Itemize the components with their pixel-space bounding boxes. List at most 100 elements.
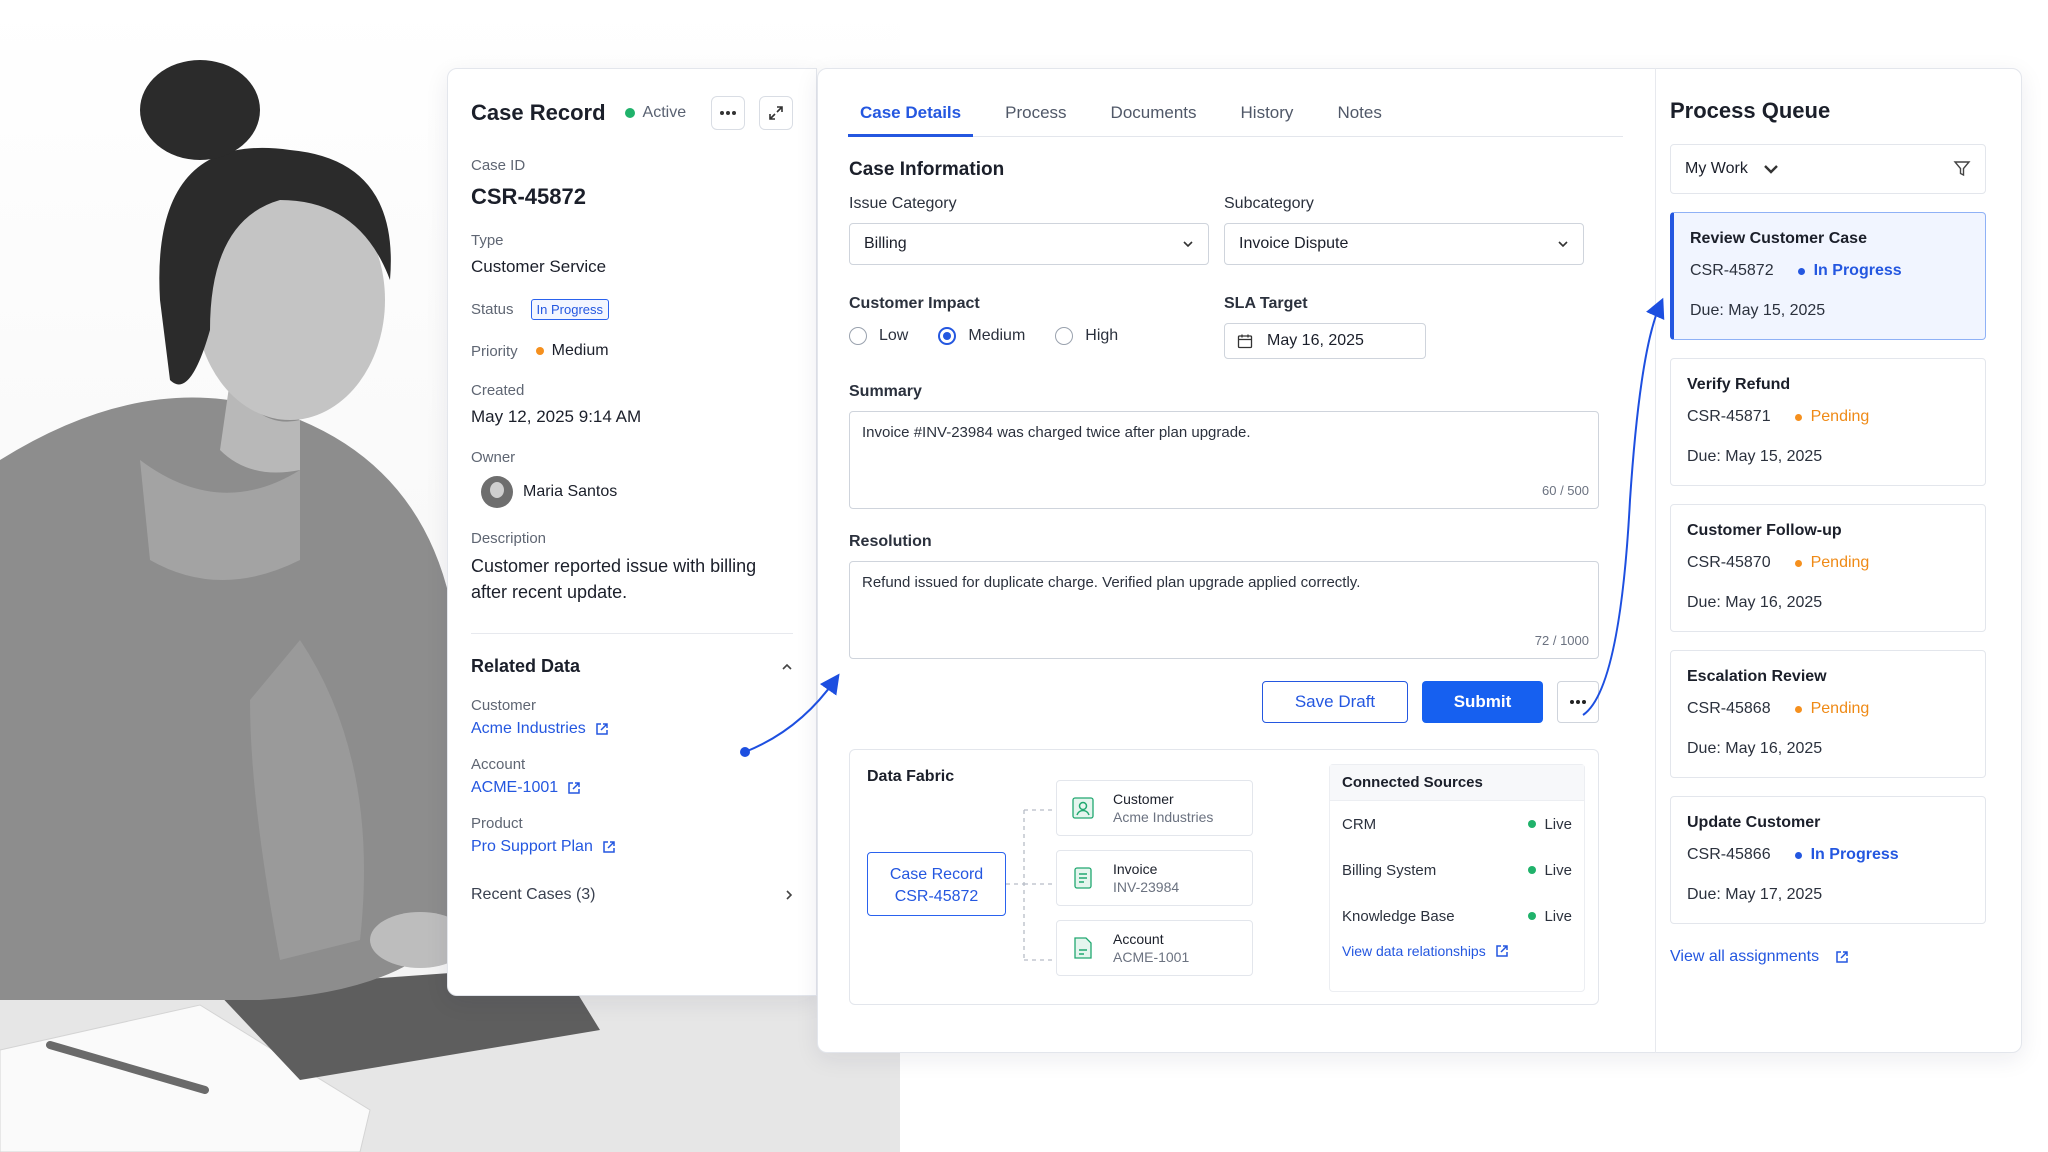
queue-item[interactable]: Update Customer CSR-45866 In Progress Due… xyxy=(1670,796,1986,924)
account-link-text: ACME-1001 xyxy=(471,779,559,796)
connected-sources-title: Connected Sources xyxy=(1330,765,1584,801)
summary-label: Summary xyxy=(849,383,922,400)
fabric-case-id: CSR-45872 xyxy=(894,888,979,905)
customer-link[interactable]: Acme Industries xyxy=(471,720,793,738)
tab-notes[interactable]: Notes xyxy=(1325,97,1393,137)
active-status-dot xyxy=(624,108,635,118)
queue-divider xyxy=(1655,68,1656,1053)
fabric-node-customer[interactable]: Customer Acme Industries xyxy=(1056,780,1253,836)
status-label: Status xyxy=(471,301,514,318)
case-id-label: Case ID xyxy=(471,157,526,174)
expand-button[interactable] xyxy=(759,96,793,130)
active-status-label: Active xyxy=(642,104,687,121)
case-record-title: Case Record xyxy=(471,100,606,125)
external-link-icon xyxy=(567,781,581,795)
data-fabric-panel: Data Fabric Case Record CSR-45872 Custom… xyxy=(849,749,1599,1005)
owner-label: Owner xyxy=(471,449,516,466)
fabric-node-invoice[interactable]: Invoice INV-23984 xyxy=(1056,850,1253,906)
more-options-button[interactable] xyxy=(711,96,745,130)
issue-category-value: Billing xyxy=(864,235,907,252)
chevron-down-icon xyxy=(1183,241,1193,248)
resolution-textarea[interactable]: Refund issued for duplicate charge. Veri… xyxy=(849,561,1599,659)
recent-cases-row[interactable]: Recent Cases (3) xyxy=(471,886,793,904)
description-text: Customer reported issue with billing aft… xyxy=(471,556,757,602)
case-information-title: Case Information xyxy=(849,159,1005,180)
external-link-icon xyxy=(602,840,616,854)
external-link-icon xyxy=(1835,950,1849,964)
sla-date-value: May 16, 2025 xyxy=(1267,332,1364,349)
impact-radio-medium[interactable]: Medium xyxy=(938,327,1025,345)
created-value: May 12, 2025 9:14 AM xyxy=(471,407,642,426)
account-icon xyxy=(1074,937,1092,959)
view-data-relationships-link[interactable]: View data relationships xyxy=(1330,943,1584,959)
impact-radio-low[interactable]: Low xyxy=(849,327,908,345)
queue-item[interactable]: Escalation Review CSR-45868 Pending Due: … xyxy=(1670,650,1986,778)
fabric-node-title: Customer xyxy=(1113,791,1174,807)
data-fabric-title: Data Fabric xyxy=(867,768,955,785)
tab-bar: Case Details Process Documents History N… xyxy=(848,97,1623,137)
subcategory-value: Invoice Dispute xyxy=(1239,235,1349,252)
issue-category-select[interactable]: Billing xyxy=(849,223,1209,265)
case-record-panel: Case Record Active Case ID CSR-45872 Typ… xyxy=(447,68,817,996)
priority-dot xyxy=(535,347,544,355)
source-row-knowledge-base: Knowledge Base Live xyxy=(1342,907,1572,925)
summary-text: Invoice #INV-23984 was charged twice aft… xyxy=(862,424,1251,441)
product-link-text: Pro Support Plan xyxy=(471,838,593,855)
case-information-form: Case Information Issue Category Billing … xyxy=(849,159,1599,1005)
summary-counter: 60 / 500 xyxy=(1542,483,1589,498)
submit-button[interactable]: Submit xyxy=(1422,681,1543,723)
related-account-label: Account xyxy=(471,756,526,773)
type-value: Customer Service xyxy=(471,257,607,276)
sla-target-label: SLA Target xyxy=(1224,295,1308,312)
ellipsis-icon xyxy=(1570,700,1586,704)
avatar xyxy=(481,476,513,508)
fabric-node-title: Account xyxy=(1113,931,1164,947)
tab-documents[interactable]: Documents xyxy=(1099,97,1209,137)
subcategory-select[interactable]: Invoice Dispute xyxy=(1224,223,1584,265)
owner-row: Maria Santos xyxy=(471,476,793,508)
form-actions: Save Draft Submit xyxy=(849,681,1599,723)
chevron-up-icon[interactable] xyxy=(781,663,793,671)
document-icon xyxy=(1074,867,1092,889)
filter-icon[interactable] xyxy=(1953,160,1971,178)
fabric-node-subtitle: ACME-1001 xyxy=(1113,949,1190,965)
chevron-down-icon xyxy=(1763,165,1778,174)
summary-textarea[interactable]: Invoice #INV-23984 was charged twice aft… xyxy=(849,411,1599,509)
queue-item[interactable]: Verify Refund CSR-45871 Pending Due: May … xyxy=(1670,358,1986,486)
view-all-assignments-link[interactable]: View all assignments xyxy=(1670,948,1986,966)
customer-link-text: Acme Industries xyxy=(471,720,586,737)
tab-case-details[interactable]: Case Details xyxy=(848,97,974,137)
owner-name: Maria Santos xyxy=(523,483,618,500)
impact-radio-high[interactable]: High xyxy=(1055,327,1118,345)
resolution-text: Refund issued for duplicate charge. Veri… xyxy=(862,574,1361,591)
created-label: Created xyxy=(471,382,525,399)
chevron-right-icon xyxy=(786,890,793,900)
tab-history[interactable]: History xyxy=(1229,97,1306,137)
description-label: Description xyxy=(471,530,547,547)
status-badge: In Progress xyxy=(530,299,610,320)
tab-process[interactable]: Process xyxy=(993,97,1078,137)
product-link[interactable]: Pro Support Plan xyxy=(471,838,793,856)
queue-item[interactable]: Review Customer Case CSR-45872 In Progres… xyxy=(1670,212,1986,340)
fabric-node-title: Invoice xyxy=(1113,861,1158,877)
external-link-icon xyxy=(1495,944,1509,958)
customer-impact-label: Customer Impact xyxy=(849,295,980,312)
case-id-value: CSR-45872 xyxy=(471,184,586,209)
save-draft-button[interactable]: Save Draft xyxy=(1262,681,1408,723)
related-customer-label: Customer xyxy=(471,697,537,714)
external-link-icon xyxy=(595,722,609,736)
connected-sources: Connected Sources CRM Live Billing System… xyxy=(1329,764,1585,992)
related-data-section: Related Data Customer Acme Industries Ac… xyxy=(471,633,793,904)
type-label: Type xyxy=(471,232,504,249)
sla-date-input[interactable]: May 16, 2025 xyxy=(1224,323,1426,359)
fabric-node-account[interactable]: Account ACME-1001 xyxy=(1056,920,1253,976)
fabric-case-record-node[interactable]: Case Record CSR-45872 xyxy=(867,852,1006,916)
recent-cases-label: Recent Cases (3) xyxy=(471,886,596,903)
more-actions-button[interactable] xyxy=(1557,681,1599,723)
calendar-icon xyxy=(1237,334,1253,349)
queue-filter-dropdown[interactable]: My Work xyxy=(1670,144,1986,194)
queue-item[interactable]: Customer Follow-up CSR-45870 Pending Due:… xyxy=(1670,504,1986,632)
account-link[interactable]: ACME-1001 xyxy=(471,779,793,797)
issue-category-label: Issue Category xyxy=(849,195,957,212)
ellipsis-icon xyxy=(720,111,736,115)
